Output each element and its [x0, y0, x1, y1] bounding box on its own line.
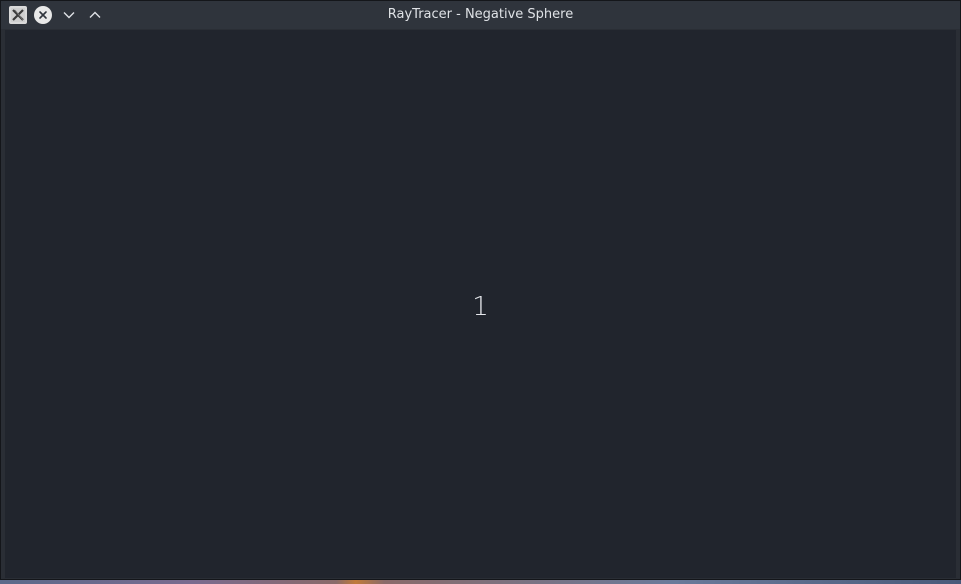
render-canvas[interactable]: 1 — [5, 30, 956, 578]
close-icon — [34, 6, 52, 24]
chevron-down-icon — [63, 12, 75, 19]
app-window: RayTracer - Negative Sphere 1 — [0, 0, 961, 580]
chevron-up-icon — [89, 11, 101, 18]
desktop-background — [0, 580, 961, 584]
close-button[interactable] — [33, 5, 53, 25]
maximize-button[interactable] — [85, 5, 105, 25]
titlebar[interactable]: RayTracer - Negative Sphere — [1, 1, 960, 29]
x11-app-icon[interactable] — [9, 6, 27, 24]
progress-counter: 1 — [472, 292, 489, 322]
minimize-button[interactable] — [59, 5, 79, 25]
titlebar-buttons — [9, 5, 105, 25]
window-title: RayTracer - Negative Sphere — [387, 7, 574, 22]
